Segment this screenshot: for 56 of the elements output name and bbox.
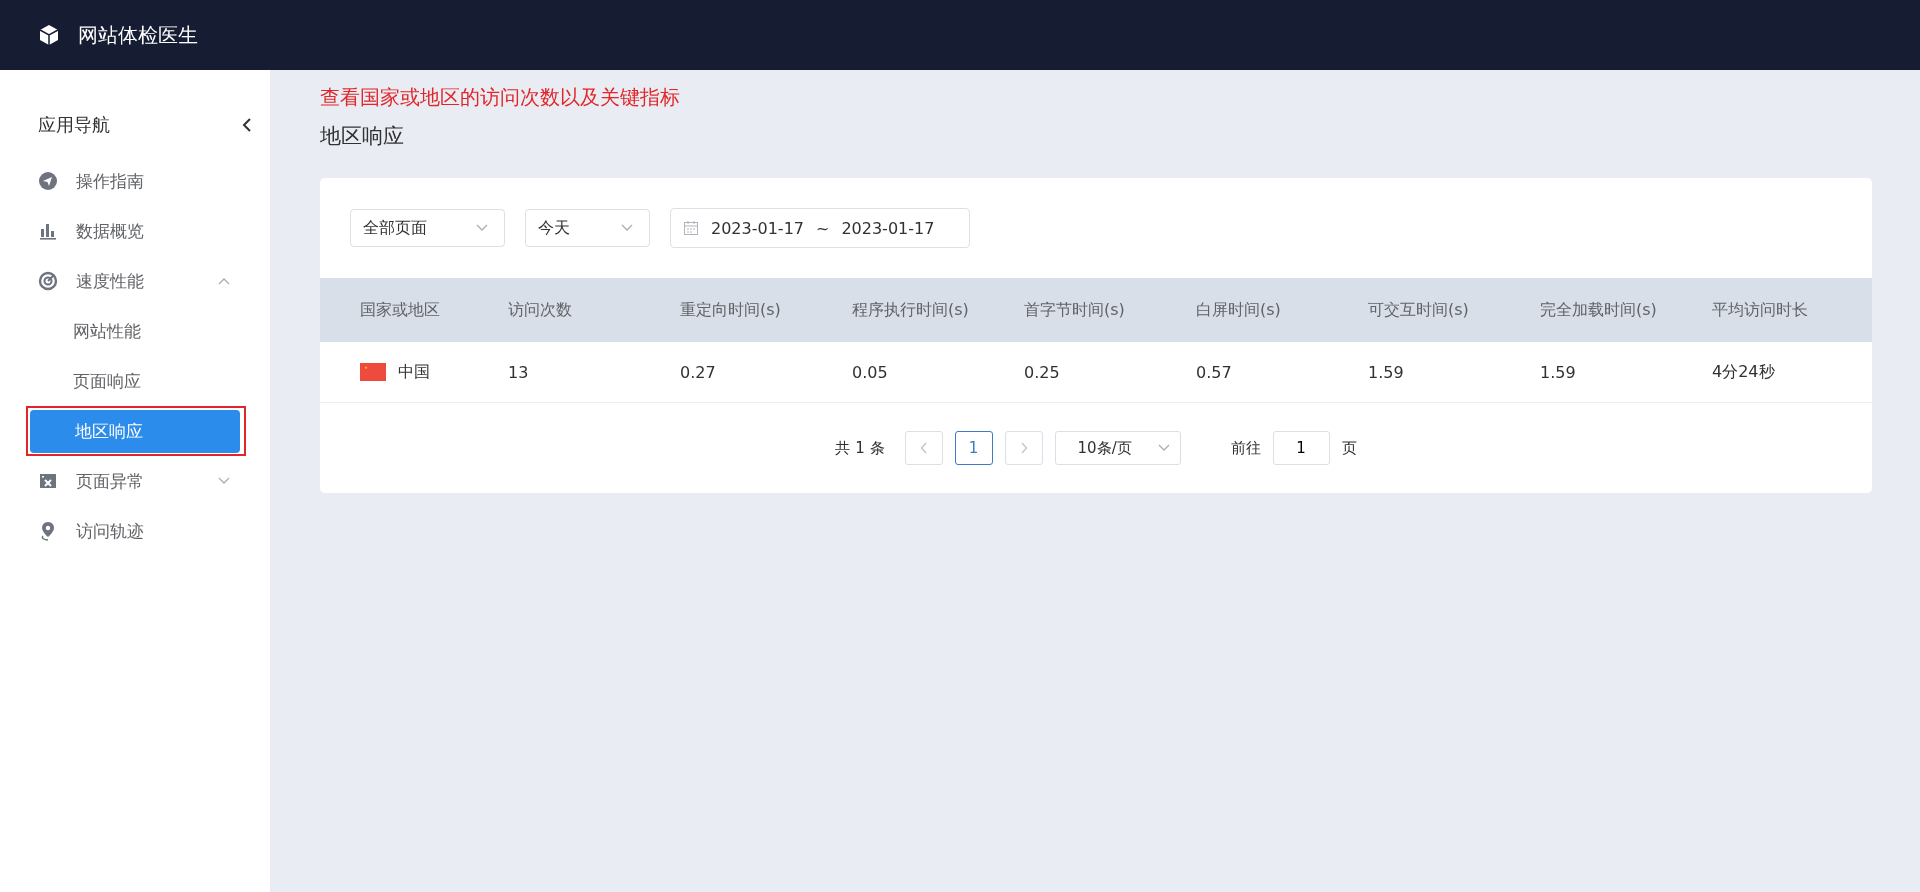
page-jump-field[interactable]: 1 [1272, 431, 1330, 465]
cube-icon [38, 24, 60, 46]
chevron-right-icon [1019, 442, 1028, 454]
gauge-icon [38, 271, 58, 291]
table-cell-text: 4分24秒 [1712, 361, 1776, 383]
column-header: 平均访问时长 [1712, 299, 1809, 321]
window-error-icon [38, 471, 58, 491]
table-cell-text: 1.59 [1368, 362, 1405, 382]
nav-item[interactable]: 页面异常 [0, 456, 270, 506]
table-cell-text: 0.27 [680, 362, 717, 382]
column-header: 程序执行时间(s) [852, 299, 970, 321]
nav-item[interactable]: 数据概览 [0, 206, 270, 256]
range-select[interactable]: 今天 [525, 209, 650, 247]
column-header: 可交互时间(s) [1368, 299, 1470, 321]
jump-label: 前往 [1230, 438, 1261, 458]
column-header: 重定向时间(s) [680, 299, 782, 321]
next-page-button[interactable] [1004, 431, 1043, 465]
column-header: 首字节时间(s) [1024, 299, 1126, 321]
page-select[interactable]: 全部页面 [350, 209, 505, 247]
bar-chart-icon [38, 221, 58, 241]
flag-icon [360, 363, 386, 381]
date-range-field[interactable]: 2023-01-17 ~ 2023-01-17 [670, 208, 970, 248]
calendar-icon [683, 220, 699, 236]
sidebar-title: 应用导航 [38, 113, 110, 137]
page-button[interactable]: 1 [954, 431, 993, 465]
table-cell-text: 0.25 [1024, 362, 1061, 382]
chevron-left-icon [919, 442, 928, 454]
table-cell-text: 13 [508, 362, 530, 382]
collapse-icon[interactable] [242, 117, 252, 133]
nav-item[interactable]: 操作指南 [0, 156, 270, 206]
column-header: 访问次数 [508, 299, 573, 321]
table-cell-text: 0.05 [852, 362, 889, 382]
total-count: 共 1 条 [835, 438, 885, 458]
chevron-down-icon [621, 224, 633, 232]
column-header: 白屏时间(s) [1196, 299, 1282, 321]
prev-page-button[interactable] [904, 431, 943, 465]
paper-plane-icon [38, 171, 58, 191]
nav-subitem[interactable]: 页面响应 [28, 359, 240, 403]
page-size-select[interactable]: 10条/页 [1054, 431, 1181, 465]
nav-item[interactable]: 速度性能 [0, 256, 270, 306]
table-cell-text: 0.57 [1196, 362, 1233, 382]
nav-subitem[interactable]: 地区响应 [30, 409, 240, 453]
jump-suffix: 页 [1341, 438, 1357, 458]
column-header: 国家或地区 [360, 299, 441, 321]
page-title: 地区响应 [320, 123, 405, 150]
column-header: 完全加载时间(s) [1540, 299, 1658, 321]
annotation-text: 查看国家或地区的访问次数以及关键指标 [320, 84, 681, 111]
caret-icon [218, 277, 230, 285]
chevron-down-icon [476, 224, 488, 232]
table-cell-text: 1.59 [1540, 362, 1577, 382]
nav-item[interactable]: 访问轨迹 [0, 506, 270, 556]
app-title: 网站体检医生 [78, 21, 198, 49]
table-cell: 中国 [398, 361, 430, 383]
nav-subitem[interactable]: 网站性能 [28, 309, 240, 353]
chevron-down-icon [1157, 444, 1170, 452]
caret-icon [218, 477, 230, 485]
